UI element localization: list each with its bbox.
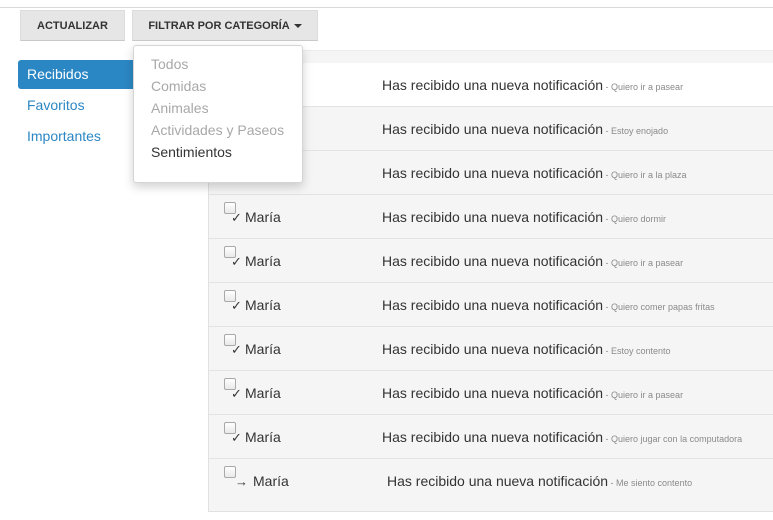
sidebar: Recibidos Favoritos Importantes — [18, 60, 136, 151]
arrow-right-icon: → — [235, 474, 248, 489]
message-preview: - Quiero dormir — [603, 214, 667, 224]
checkmark-icon: ✓ — [231, 342, 242, 357]
checkmark-icon: ✓ — [231, 210, 242, 225]
message-subject[interactable]: Has recibido una nueva notificación - Qu… — [382, 165, 687, 181]
message-row[interactable]: ✓ María Has recibido una nueva notificaci… — [209, 195, 773, 239]
message-title: Has recibido una nueva notificación — [382, 429, 604, 445]
message-preview: - Quiero ir a la plaza — [603, 170, 687, 180]
message-sender: ✓ María — [231, 341, 281, 357]
message-preview: - Quiero comer papas fritas — [603, 302, 715, 312]
message-title: Has recibido una nueva notificación — [382, 297, 604, 313]
update-button[interactable]: ACTUALIZAR — [20, 10, 125, 41]
category-option-animales[interactable]: Animales — [134, 97, 302, 119]
message-row[interactable]: ✓ María Has recibido una nueva notificaci… — [209, 239, 773, 283]
message-row[interactable]: ✓ María Has recibido una nueva notificaci… — [209, 327, 773, 371]
message-preview: - Estoy enojado — [603, 126, 669, 136]
sidebar-item-favoritos[interactable]: Favoritos — [18, 91, 136, 120]
caret-down-icon — [293, 23, 302, 28]
message-preview: - Me siento contento — [608, 478, 693, 488]
category-option-todos[interactable]: Todos — [134, 53, 302, 75]
checkmark-icon: ✓ — [231, 386, 242, 401]
filter-button-label: FILTRAR POR CATEGORÍA — [148, 19, 290, 32]
message-title: Has recibido una nueva notificación — [382, 341, 604, 357]
checkmark-icon: ✓ — [231, 298, 242, 313]
message-sender: ✓ María — [231, 385, 281, 401]
category-option-sentimientos[interactable]: Sentimientos — [134, 141, 302, 163]
top-divider — [0, 7, 773, 8]
sidebar-item-importantes[interactable]: Importantes — [18, 122, 136, 151]
message-preview: - Estoy contento — [603, 346, 671, 356]
message-subject[interactable]: Has recibido una nueva notificación - Qu… — [382, 385, 683, 401]
message-title: Has recibido una nueva notificación — [382, 165, 604, 181]
message-row[interactable]: ✓ María Has recibido una nueva notificaci… — [209, 283, 773, 327]
message-subject[interactable]: Has recibido una nueva notificación - Es… — [382, 121, 668, 137]
message-title: Has recibido una nueva notificación — [382, 121, 604, 137]
message-title: Has recibido una nueva notificación — [382, 385, 604, 401]
message-preview: - Quiero ir a pasear — [603, 258, 684, 268]
message-subject[interactable]: Has recibido una nueva notificación - Qu… — [382, 209, 666, 225]
sidebar-item-recibidos[interactable]: Recibidos — [18, 60, 136, 89]
message-subject[interactable]: Has recibido una nueva notificación - Me… — [387, 473, 692, 489]
message-subject[interactable]: Has recibido una nueva notificación - Qu… — [382, 297, 715, 313]
message-sender: ✓ María — [231, 209, 281, 225]
message-row[interactable]: → María Has recibido una nueva notificaci… — [209, 459, 773, 503]
message-subject[interactable]: Has recibido una nueva notificación - Es… — [382, 341, 671, 357]
message-preview: - Quiero ir a pasear — [603, 82, 684, 92]
message-title: Has recibido una nueva notificación — [382, 77, 604, 93]
filter-category-button[interactable]: FILTRAR POR CATEGORÍA — [132, 10, 318, 41]
message-subject[interactable]: Has recibido una nueva notificación - Qu… — [382, 253, 683, 269]
category-option-actividades[interactable]: Actividades y Paseos — [134, 119, 302, 141]
message-preview: - Quiero jugar con la computadora — [603, 434, 743, 444]
message-sender: ✓ María — [231, 429, 281, 445]
checkmark-icon: ✓ — [231, 254, 242, 269]
checkmark-icon: ✓ — [231, 430, 242, 445]
category-dropdown-menu: Todos Comidas Animales Actividades y Pas… — [133, 45, 303, 183]
message-subject[interactable]: Has recibido una nueva notificación - Qu… — [382, 77, 683, 93]
message-row[interactable]: ✓ María Has recibido una nueva notificaci… — [209, 415, 773, 459]
message-preview: - Quiero ir a pasear — [603, 390, 684, 400]
update-button-label: ACTUALIZAR — [37, 19, 108, 32]
message-subject[interactable]: Has recibido una nueva notificación - Qu… — [382, 429, 742, 445]
message-title: Has recibido una nueva notificación — [382, 209, 604, 225]
message-sender: ✓ María — [231, 253, 281, 269]
message-title: Has recibido una nueva notificación — [387, 473, 609, 489]
message-sender: → María — [235, 473, 289, 489]
message-sender: ✓ María — [231, 297, 281, 313]
category-option-comidas[interactable]: Comidas — [134, 75, 302, 97]
message-row[interactable]: ✓ María Has recibido una nueva notificaci… — [209, 371, 773, 415]
message-title: Has recibido una nueva notificación — [382, 253, 604, 269]
